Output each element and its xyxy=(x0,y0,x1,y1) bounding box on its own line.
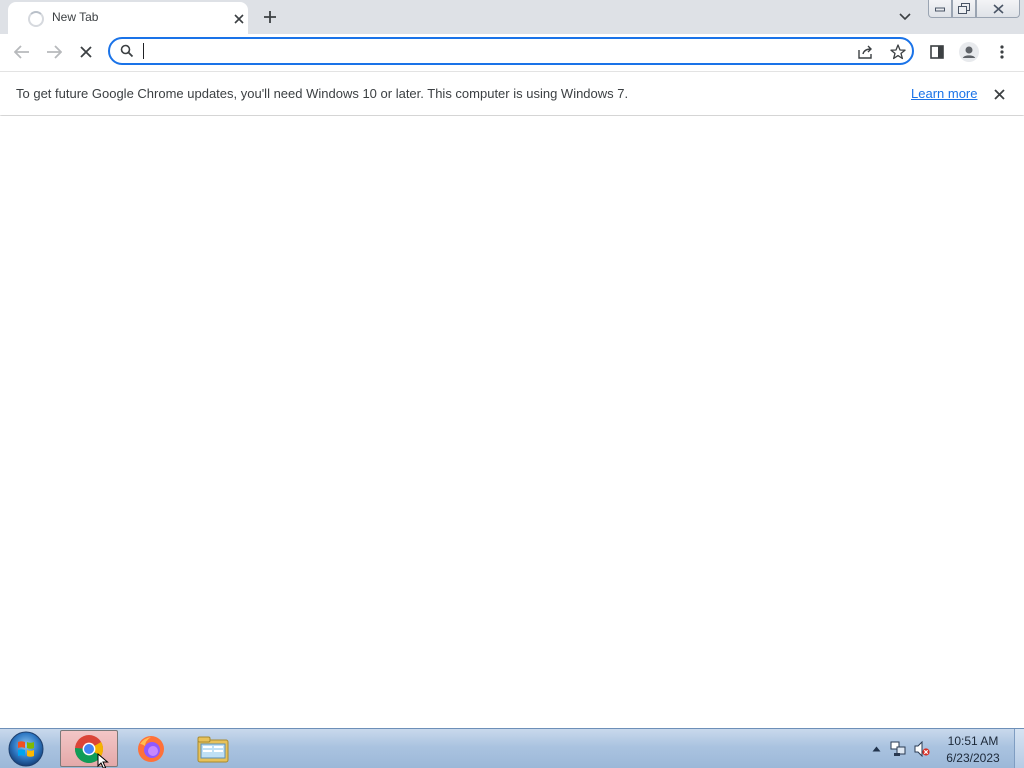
tab-new-tab[interactable]: New Tab xyxy=(8,2,248,34)
minimize-icon xyxy=(935,7,945,11)
show-desktop-button[interactable] xyxy=(1014,729,1024,768)
chevron-up-icon xyxy=(872,746,880,752)
address-input[interactable] xyxy=(142,41,842,61)
menu-button[interactable] xyxy=(989,39,1015,65)
restore-icon xyxy=(958,3,970,14)
profile-button[interactable] xyxy=(956,39,982,65)
screen: New Tab To get future Google Chrome upda… xyxy=(0,0,1024,768)
side-panel-icon xyxy=(930,45,944,59)
clock-date[interactable]: 6/23/2023 xyxy=(938,751,1008,765)
clock-time[interactable]: 10:51 AM xyxy=(938,734,1008,748)
firefox-icon xyxy=(138,735,164,762)
share-button[interactable] xyxy=(856,42,876,62)
forward-button[interactable] xyxy=(40,38,68,66)
taskbar: 10:51 AM 6/23/2023 xyxy=(0,728,1024,768)
side-panel-button[interactable] xyxy=(924,39,950,65)
tab-title: New Tab xyxy=(52,10,99,24)
arrow-left-icon xyxy=(14,45,29,59)
show-hidden-icons-button[interactable] xyxy=(868,741,884,757)
infobar-close-button[interactable] xyxy=(990,85,1008,103)
share-icon xyxy=(858,45,872,59)
start-button[interactable] xyxy=(6,730,46,768)
minimize-button[interactable] xyxy=(928,0,952,18)
window-close-button[interactable] xyxy=(976,0,1020,18)
taskbar-chrome[interactable] xyxy=(60,730,118,768)
address-bar[interactable] xyxy=(108,37,914,65)
tab-search-button[interactable] xyxy=(894,7,916,27)
text-caret xyxy=(143,43,144,59)
network-tray-button[interactable] xyxy=(890,741,906,757)
volume-muted-icon xyxy=(914,741,930,757)
chevron-down-icon xyxy=(899,13,911,21)
plus-icon xyxy=(264,11,276,23)
search-icon xyxy=(120,44,134,58)
system-tray: 10:51 AM 6/23/2023 xyxy=(862,729,1024,768)
browser-toolbar xyxy=(0,34,1024,71)
folder-icon xyxy=(197,736,229,762)
page-content[interactable] xyxy=(0,116,1024,728)
infobar-message: To get future Google Chrome updates, you… xyxy=(16,86,629,101)
back-button[interactable] xyxy=(8,38,36,66)
network-icon xyxy=(890,741,906,756)
tab-strip: New Tab xyxy=(0,0,1024,34)
close-icon xyxy=(992,3,1004,14)
arrow-right-icon xyxy=(47,45,62,59)
new-tab-button[interactable] xyxy=(258,5,282,29)
loading-spinner-icon xyxy=(28,11,44,27)
taskbar-firefox[interactable] xyxy=(122,730,180,767)
stop-loading-button[interactable] xyxy=(72,38,100,66)
close-icon xyxy=(80,46,92,58)
more-vert-icon xyxy=(1000,45,1004,59)
taskbar-explorer[interactable] xyxy=(184,730,242,767)
close-icon xyxy=(993,88,1005,100)
learn-more-link[interactable]: Learn more xyxy=(911,86,977,101)
restore-button[interactable] xyxy=(952,0,976,18)
tab-close-button[interactable] xyxy=(230,10,248,28)
volume-tray-button[interactable] xyxy=(914,741,930,757)
avatar-icon xyxy=(959,42,979,62)
update-infobar: To get future Google Chrome updates, you… xyxy=(0,71,1024,115)
mouse-cursor-icon xyxy=(97,753,109,768)
bookmark-button[interactable] xyxy=(888,42,908,62)
star-icon xyxy=(890,44,906,60)
close-icon xyxy=(234,14,244,24)
windows-logo-icon xyxy=(8,731,44,767)
